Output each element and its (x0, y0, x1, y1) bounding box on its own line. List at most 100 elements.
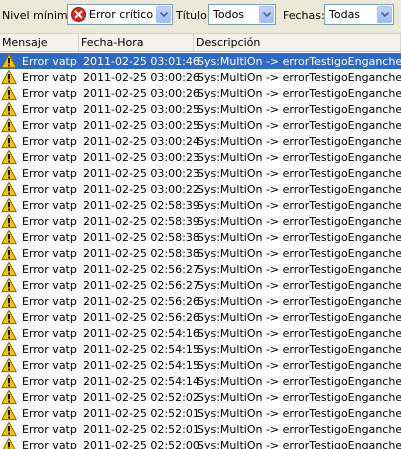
cell-descripcion: Sys:MultiOn -> errorTestigoEnganche (197, 343, 401, 356)
cell-mensaje: Error vatp (22, 119, 77, 132)
cell-mensaje: Error vatp (22, 263, 77, 276)
warning-icon (1, 85, 17, 101)
cell-mensaje: Error vatp (22, 231, 77, 244)
cell-mensaje: Error vatp (22, 199, 77, 212)
warning-icon (1, 341, 17, 357)
table-row[interactable]: Error vatp 2011-02-25 02:56:27 Sys:MultiOn… (0, 277, 401, 293)
warning-icon (1, 261, 17, 277)
table-row[interactable]: Error vatp 2011-02-25 02:58:39 Sys:MultiOn… (0, 213, 401, 229)
cell-descripcion: Sys:MultiOn -> errorTestigoEnganche (197, 151, 401, 164)
cell-fecha-hora: 2011-02-25 02:56:26 (83, 295, 200, 308)
cell-mensaje: Error vatp (22, 151, 77, 164)
cell-fecha-hora: 2011-02-25 03:00:26 (83, 71, 200, 84)
warning-icon (1, 437, 17, 449)
cell-descripcion: Sys:MultiOn -> errorTestigoEnganche (197, 327, 401, 340)
table-row[interactable]: Error vatp 2011-02-25 03:00:23 Sys:MultiOn… (0, 149, 401, 165)
table-row[interactable]: Error vatp 2011-02-25 02:56:27 Sys:MultiOn… (0, 261, 401, 277)
table-row[interactable]: Error vatp 2011-02-25 02:54:14 Sys:MultiOn… (0, 373, 401, 389)
titulo-dropdown[interactable]: Todos (208, 4, 276, 25)
cell-fecha-hora: 2011-02-25 03:00:25 (83, 103, 200, 116)
nivel-minimo-dropdown[interactable]: Error crítico (67, 4, 173, 25)
cell-fecha-hora: 2011-02-25 02:54:16 (83, 327, 200, 340)
cell-fecha-hora: 2011-02-25 03:00:22 (83, 183, 200, 196)
cell-descripcion: Sys:MultiOn -> errorTestigoEnganche (197, 391, 401, 404)
warning-icon (1, 53, 17, 69)
warning-icon (1, 293, 17, 309)
cell-mensaje: Error vatp (22, 87, 77, 100)
table-row[interactable]: Error vatp 2011-02-25 02:58:38 Sys:MultiOn… (0, 245, 401, 261)
cell-mensaje: Error vatp (22, 439, 77, 449)
cell-descripcion: Sys:MultiOn -> errorTestigoEnganche (197, 231, 401, 244)
cell-descripcion: Sys:MultiOn -> errorTestigoEnganche (197, 167, 401, 180)
table-row[interactable]: Error vatp 2011-02-25 02:52:02 Sys:MultiOn… (0, 389, 401, 405)
warning-icon (1, 213, 17, 229)
warning-icon (1, 197, 17, 213)
cell-descripcion: Sys:MultiOn -> errorTestigoEnganche (197, 247, 401, 260)
cell-fecha-hora: 2011-02-25 03:00:25 (83, 119, 200, 132)
table-row[interactable]: Error vatp 2011-02-25 02:54:15 Sys:MultiOn… (0, 357, 401, 373)
cell-mensaje: Error vatp (22, 279, 77, 292)
fechas-dropdown[interactable]: Todas (324, 4, 394, 25)
cell-descripcion: Sys:MultiOn -> errorTestigoEnganche (197, 263, 401, 276)
table-row[interactable]: Error vatp 2011-02-25 03:00:22 Sys:MultiOn… (0, 181, 401, 197)
cell-fecha-hora: 2011-02-25 03:00:26 (83, 87, 200, 100)
table-row[interactable]: Error vatp 2011-02-25 02:52:00 Sys:MultiOn… (0, 437, 401, 449)
chevron-down-icon[interactable] (156, 6, 171, 23)
table-row[interactable]: Error vatp 2011-02-25 02:58:38 Sys:MultiOn… (0, 229, 401, 245)
warning-icon (1, 165, 17, 181)
cell-descripcion: Sys:MultiOn -> errorTestigoEnganche (197, 439, 401, 449)
cell-fecha-hora: 2011-02-25 03:00:24 (83, 135, 200, 148)
warning-icon (1, 357, 17, 373)
cell-fecha-hora: 2011-02-25 02:58:39 (83, 199, 200, 212)
cell-mensaje: Error vatp (22, 135, 77, 148)
cell-fecha-hora: 2011-02-25 02:56:27 (83, 263, 200, 276)
cell-mensaje: Error vatp (22, 407, 77, 420)
warning-icon (1, 277, 17, 293)
warning-icon (1, 325, 17, 341)
column-header-descripcion[interactable]: Descripción (194, 34, 401, 51)
cell-descripcion: Sys:MultiOn -> errorTestigoEnganche (197, 279, 401, 292)
table-row[interactable]: Error vatp 2011-02-25 02:52:01 Sys:MultiOn… (0, 421, 401, 437)
table-row[interactable]: Error vatp 2011-02-25 03:00:24 Sys:MultiOn… (0, 133, 401, 149)
cell-fecha-hora: 2011-02-25 02:52:02 (83, 391, 200, 404)
table-row[interactable]: Error vatp 2011-02-25 02:54:16 Sys:MultiOn… (0, 325, 401, 341)
table-row[interactable]: Error vatp 2011-02-25 02:52:01 Sys:MultiOn… (0, 405, 401, 421)
cell-descripcion: Sys:MultiOn -> errorTestigoEnganche (197, 423, 401, 436)
cell-descripcion: Sys:MultiOn -> errorTestigoEnganche (197, 311, 401, 324)
column-header-fecha-hora[interactable]: Fecha-Hora (79, 34, 194, 51)
cell-descripcion: Sys:MultiOn -> errorTestigoEnganche (197, 135, 401, 148)
cell-fecha-hora: 2011-02-25 02:58:39 (83, 215, 200, 228)
table-row[interactable]: Error vatp 2011-02-25 03:00:26 Sys:MultiOn… (0, 85, 401, 101)
table-row[interactable]: Error vatp 2011-02-25 02:58:39 Sys:MultiOn… (0, 197, 401, 213)
chevron-down-icon[interactable] (377, 6, 392, 23)
warning-icon (1, 405, 17, 421)
table-header: Mensaje Fecha-Hora Descripción (0, 34, 401, 52)
cell-descripcion: Sys:MultiOn -> errorTestigoEnganche (197, 407, 401, 420)
log-table: Mensaje Fecha-Hora Descripción Error vat… (0, 34, 401, 449)
warning-icon (1, 133, 17, 149)
cell-mensaje: Error vatp (22, 103, 77, 116)
chevron-down-icon[interactable] (259, 6, 274, 23)
table-row[interactable]: Error vatp 2011-02-25 02:56:26 Sys:MultiOn… (0, 293, 401, 309)
cell-mensaje: Error vatp (22, 55, 77, 68)
table-row[interactable]: Error vatp 2011-02-25 02:54:15 Sys:MultiOn… (0, 341, 401, 357)
table-row[interactable]: Error vatp 2011-02-25 03:00:25 Sys:MultiOn… (0, 117, 401, 133)
cell-fecha-hora: 2011-02-25 02:52:00 (83, 439, 200, 449)
cell-mensaje: Error vatp (22, 343, 77, 356)
cell-fecha-hora: 2011-02-25 02:54:15 (83, 359, 200, 372)
table-row[interactable]: Error vatp 2011-02-25 03:00:23 Sys:MultiOn… (0, 165, 401, 181)
table-row[interactable]: Error vatp 2011-02-25 02:56:26 Sys:MultiOn… (0, 309, 401, 325)
cell-mensaje: Error vatp (22, 359, 77, 372)
cell-mensaje: Error vatp (22, 71, 77, 84)
cell-descripcion: Sys:MultiOn -> errorTestigoEnganche (197, 71, 401, 84)
table-row[interactable]: Error vatp 2011-02-25 03:00:26 Sys:MultiOn… (0, 69, 401, 85)
table-row[interactable]: Error vatp 2011-02-25 03:00:25 Sys:MultiOn… (0, 101, 401, 117)
column-header-mensaje[interactable]: Mensaje (0, 34, 79, 51)
warning-icon (1, 309, 17, 325)
warning-icon (1, 69, 17, 85)
table-row[interactable]: Error vatp 2011-02-25 03:01:46 Sys:MultiOn… (0, 53, 401, 69)
warning-icon (1, 389, 17, 405)
cell-descripcion: Sys:MultiOn -> errorTestigoEnganche (197, 87, 401, 100)
cell-fecha-hora: 2011-02-25 02:52:01 (83, 407, 200, 420)
titulo-label: Título: (176, 9, 211, 22)
